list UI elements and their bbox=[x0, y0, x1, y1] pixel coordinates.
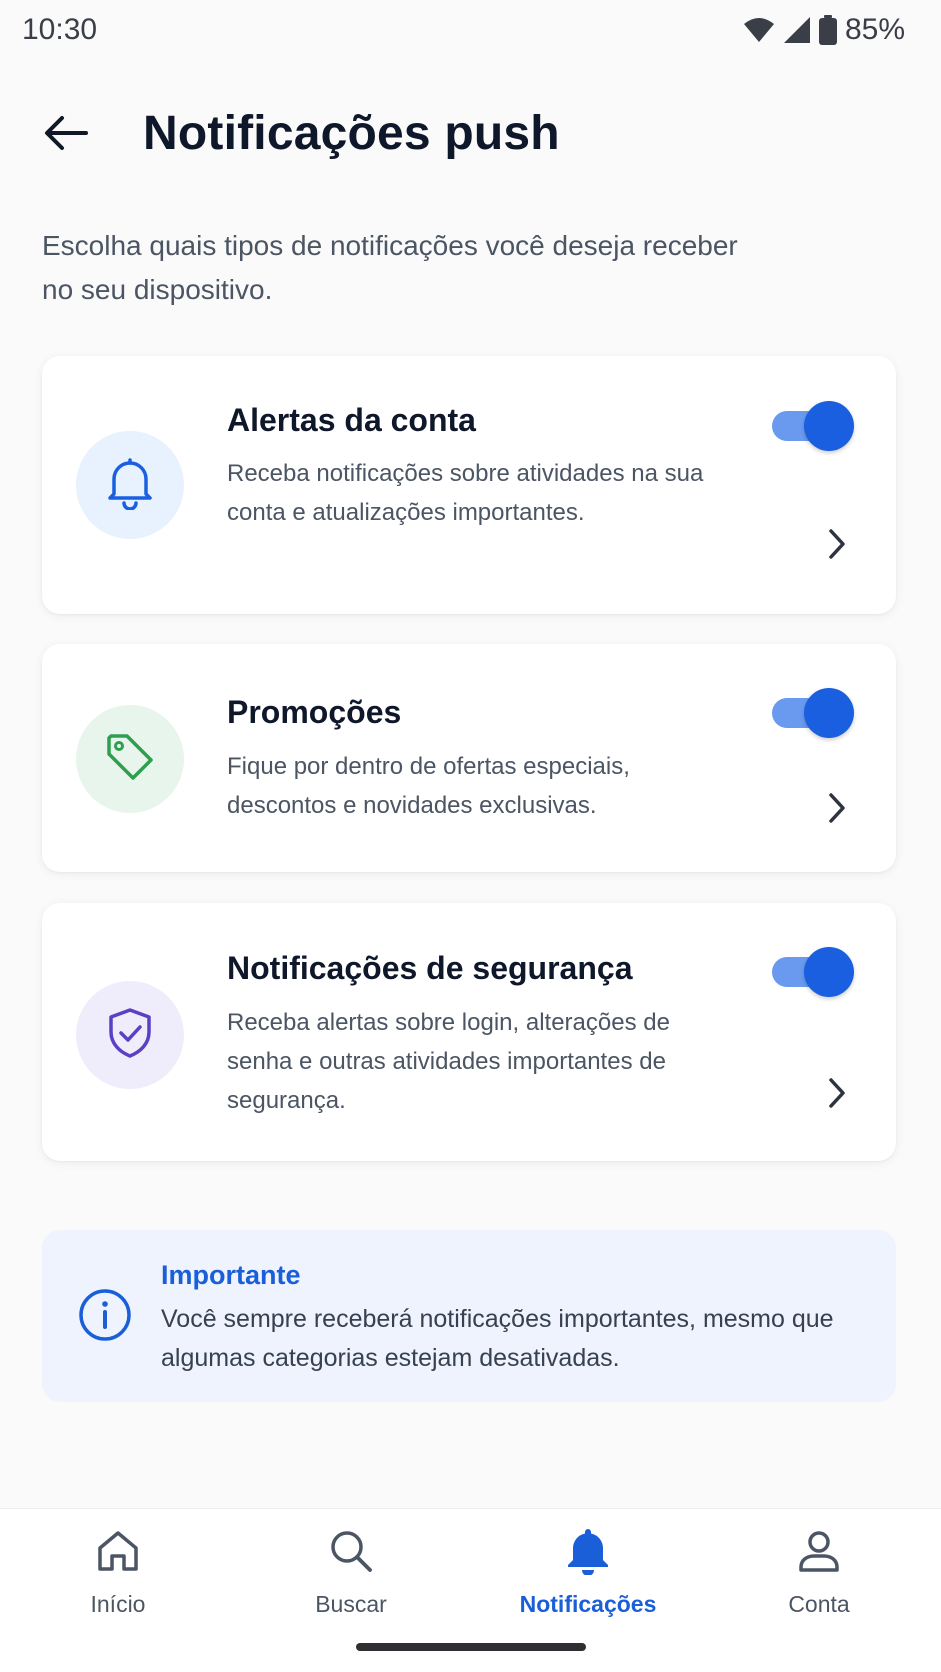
bell-icon bbox=[562, 1525, 614, 1577]
card-promotions[interactable]: Promoções Fique por dentro de ofertas es… bbox=[42, 644, 896, 872]
card-title: Notificações de segurança bbox=[227, 950, 633, 986]
card-icon-bg bbox=[76, 981, 184, 1089]
nav-label: Início bbox=[90, 1591, 146, 1617]
nav-item-home[interactable]: Início bbox=[18, 1525, 218, 1635]
card-description: Fique por dentro de ofertas especiais, d… bbox=[227, 753, 630, 819]
arrow-left-icon bbox=[44, 115, 88, 156]
battery-icon bbox=[818, 15, 837, 45]
cellular-signal-icon bbox=[783, 16, 811, 44]
card-icon-bg bbox=[76, 431, 184, 539]
nav-item-search[interactable]: Buscar bbox=[251, 1525, 451, 1635]
chevron-right-icon[interactable] bbox=[822, 788, 852, 828]
battery-level: 85% bbox=[844, 13, 905, 46]
chevron-right-icon[interactable] bbox=[822, 1073, 852, 1113]
card-description: Receba notificações sobre atividades na … bbox=[227, 460, 704, 526]
account-alerts-toggle[interactable] bbox=[772, 401, 854, 451]
status-icons: 85% bbox=[743, 13, 905, 47]
app-header: Notificações push bbox=[0, 92, 941, 178]
home-indicator[interactable] bbox=[356, 1643, 586, 1651]
card-title: Promoções bbox=[227, 694, 402, 730]
nav-item-notifications[interactable]: Notificações bbox=[488, 1525, 688, 1635]
info-icon bbox=[76, 1286, 134, 1344]
card-account-alerts[interactable]: Alertas da conta Receba notificações sob… bbox=[42, 356, 896, 614]
nav-label: Notificações bbox=[519, 1591, 657, 1617]
back-button[interactable] bbox=[36, 110, 96, 160]
card-title: Alertas da conta bbox=[227, 402, 476, 438]
nav-label: Buscar bbox=[315, 1591, 387, 1617]
chevron-right-icon[interactable] bbox=[822, 524, 852, 564]
tag-icon bbox=[103, 730, 157, 789]
info-text: Você sempre receberá notificações import… bbox=[161, 1305, 834, 1372]
status-bar: 10:30 85% bbox=[0, 0, 941, 60]
nav-item-account[interactable]: Conta bbox=[719, 1525, 919, 1635]
card-security-notifications[interactable]: Notificações de segurança Receba alertas… bbox=[42, 903, 896, 1161]
security-notifications-toggle[interactable] bbox=[772, 947, 854, 997]
promotions-toggle[interactable] bbox=[772, 688, 854, 738]
home-icon bbox=[92, 1525, 144, 1577]
status-time: 10:30 bbox=[22, 13, 98, 46]
wifi-icon bbox=[743, 17, 775, 43]
info-title: Importante bbox=[161, 1260, 301, 1290]
card-description: Receba alertas sobre login, alterações d… bbox=[227, 1009, 670, 1114]
bell-icon bbox=[104, 456, 156, 515]
user-icon bbox=[793, 1525, 845, 1577]
nav-label: Conta bbox=[788, 1591, 850, 1617]
search-icon bbox=[325, 1525, 377, 1577]
intro-text: Escolha quais tipos de notificações você… bbox=[42, 230, 738, 305]
page-title: Notificações push bbox=[143, 107, 560, 160]
card-icon-bg bbox=[76, 705, 184, 813]
shield-check-icon bbox=[105, 1006, 155, 1065]
info-banner: Importante Você sempre receberá notifica… bbox=[42, 1230, 896, 1402]
